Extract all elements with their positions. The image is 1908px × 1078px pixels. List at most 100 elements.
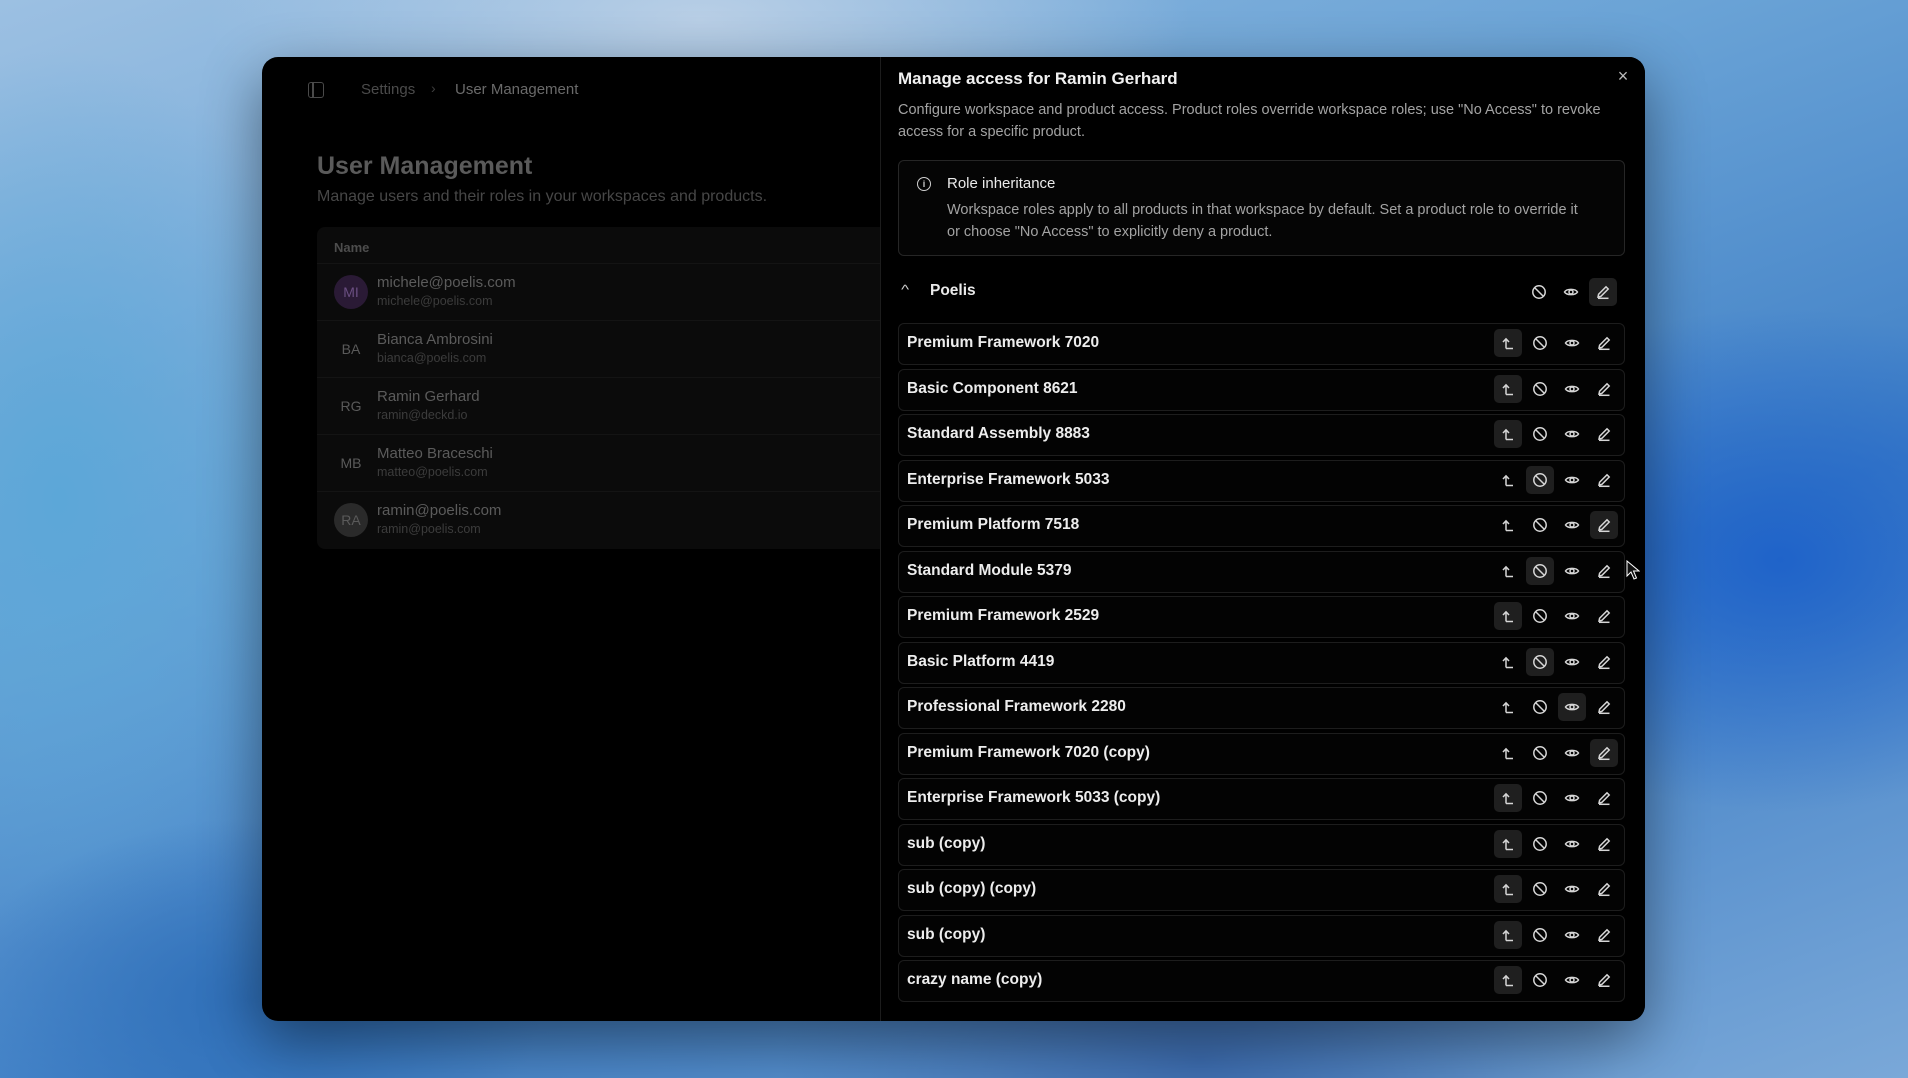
sidebar-toggle-icon[interactable] xyxy=(308,82,324,98)
eye-icon xyxy=(1564,658,1580,665)
viewer-button[interactable] xyxy=(1558,466,1586,494)
viewer-button[interactable] xyxy=(1558,557,1586,585)
no-access-button[interactable] xyxy=(1526,511,1554,539)
user-name: Ramin Gerhard xyxy=(377,388,480,405)
reset-to-inherited-button[interactable] xyxy=(1494,374,1522,403)
no-access-button[interactable] xyxy=(1526,647,1554,676)
editor-button[interactable] xyxy=(1590,738,1618,767)
reset-to-inherited-button[interactable] xyxy=(1494,966,1522,994)
reset-to-inherited-button[interactable] xyxy=(1494,739,1522,767)
editor-button[interactable] xyxy=(1590,420,1618,448)
editor-button[interactable] xyxy=(1590,830,1618,858)
no-access-button[interactable] xyxy=(1526,966,1554,994)
no-access-icon xyxy=(1533,472,1547,487)
reset-to-inherited-button[interactable] xyxy=(1494,648,1522,676)
column-header-name: Name xyxy=(334,240,370,255)
no-access-button[interactable] xyxy=(1526,375,1554,403)
product-role-actions xyxy=(1494,784,1618,814)
workspace-group-header[interactable]: ^ Poelis xyxy=(898,272,1623,314)
reset-to-inherited-button[interactable] xyxy=(1494,602,1522,630)
no-access-button[interactable] xyxy=(1526,329,1554,357)
table-row[interactable]: RG Ramin Gerhard ramin@deckd.io xyxy=(317,377,880,435)
no-access-icon xyxy=(1533,745,1547,760)
table-row[interactable]: MB Matteo Braceschi matteo@poelis.com xyxy=(317,434,880,492)
viewer-button[interactable] xyxy=(1558,693,1586,721)
close-icon[interactable]: × xyxy=(1614,67,1632,85)
no-access-button[interactable] xyxy=(1525,278,1553,306)
reset-to-inherited-button[interactable] xyxy=(1494,920,1522,949)
no-access-button[interactable] xyxy=(1526,556,1554,585)
editor-button[interactable] xyxy=(1590,966,1618,994)
inherit-reset-icon xyxy=(1502,701,1513,714)
product-role-actions xyxy=(1494,875,1618,905)
chevron-up-icon[interactable]: ^ xyxy=(901,282,909,297)
viewer-button[interactable] xyxy=(1558,921,1586,949)
user-email: ramin@deckd.io xyxy=(377,408,468,422)
reset-to-inherited-button[interactable] xyxy=(1494,829,1522,858)
no-access-button[interactable] xyxy=(1526,739,1554,767)
viewer-button[interactable] xyxy=(1558,648,1586,676)
inherit-reset-icon xyxy=(1502,610,1513,623)
no-access-button[interactable] xyxy=(1526,602,1554,630)
table-row[interactable]: RA ramin@poelis.com ramin@poelis.com xyxy=(317,491,880,549)
product-role-actions xyxy=(1494,738,1618,769)
no-access-button[interactable] xyxy=(1526,784,1554,812)
reset-to-inherited-button[interactable] xyxy=(1494,329,1522,357)
reset-to-inherited-button[interactable] xyxy=(1494,875,1522,903)
viewer-button[interactable] xyxy=(1557,278,1585,306)
reset-to-inherited-button[interactable] xyxy=(1494,511,1522,539)
pencil-icon xyxy=(1597,285,1610,300)
no-access-button[interactable] xyxy=(1526,693,1554,721)
viewer-button[interactable] xyxy=(1558,966,1586,994)
no-access-button[interactable] xyxy=(1526,875,1554,903)
product-role-actions xyxy=(1494,602,1618,632)
breadcrumb-settings[interactable]: Settings xyxy=(361,81,415,98)
viewer-button[interactable] xyxy=(1558,739,1586,767)
viewer-button[interactable] xyxy=(1558,375,1586,403)
editor-button[interactable] xyxy=(1590,329,1618,357)
pencil-icon xyxy=(1598,928,1611,942)
table-row[interactable]: BA Bianca Ambrosini bianca@poelis.com xyxy=(317,320,880,378)
product-role-actions xyxy=(1494,374,1618,405)
reset-to-inherited-button[interactable] xyxy=(1494,466,1522,494)
product-name: sub (copy) (copy) xyxy=(907,880,1037,897)
editor-button[interactable] xyxy=(1590,693,1618,721)
editor-button[interactable] xyxy=(1590,921,1618,949)
editor-button[interactable] xyxy=(1590,557,1618,585)
editor-button[interactable] xyxy=(1590,375,1618,403)
viewer-button[interactable] xyxy=(1558,875,1586,903)
editor-button[interactable] xyxy=(1590,466,1618,494)
no-access-button[interactable] xyxy=(1526,420,1554,448)
no-access-button[interactable] xyxy=(1526,465,1554,494)
editor-button[interactable] xyxy=(1590,875,1618,903)
editor-button[interactable] xyxy=(1590,648,1618,676)
pencil-icon xyxy=(1598,746,1611,760)
editor-button[interactable] xyxy=(1589,278,1617,306)
no-access-button[interactable] xyxy=(1526,830,1554,858)
product-name: Premium Framework 7020 xyxy=(907,334,1100,351)
no-access-icon xyxy=(1532,285,1546,299)
editor-button[interactable] xyxy=(1590,511,1618,539)
no-access-button[interactable] xyxy=(1526,921,1554,949)
editor-button[interactable] xyxy=(1590,784,1618,812)
viewer-button[interactable] xyxy=(1558,420,1586,448)
product-role-actions xyxy=(1494,420,1618,450)
product-row: Premium Platform 7518 xyxy=(898,505,1625,547)
editor-button[interactable] xyxy=(1590,602,1618,630)
pencil-icon xyxy=(1598,655,1611,669)
pencil-icon xyxy=(1598,700,1611,715)
viewer-button[interactable] xyxy=(1558,602,1586,630)
reset-to-inherited-button[interactable] xyxy=(1494,557,1522,585)
role-inheritance-callout: i Role inheritance Workspace roles apply… xyxy=(898,160,1625,256)
reset-to-inherited-button[interactable] xyxy=(1494,693,1522,721)
viewer-button[interactable] xyxy=(1558,784,1586,812)
reset-to-inherited-button[interactable] xyxy=(1494,420,1522,448)
eye-icon xyxy=(1564,885,1580,893)
product-row: sub (copy) (copy) xyxy=(898,869,1625,911)
viewer-button[interactable] xyxy=(1558,830,1586,858)
table-row[interactable]: MI michele@poelis.com michele@poelis.com xyxy=(317,263,880,321)
viewer-button[interactable] xyxy=(1558,329,1586,357)
reset-to-inherited-button[interactable] xyxy=(1494,784,1522,812)
product-name: Premium Framework 2529 xyxy=(907,607,1100,624)
viewer-button[interactable] xyxy=(1558,511,1586,539)
